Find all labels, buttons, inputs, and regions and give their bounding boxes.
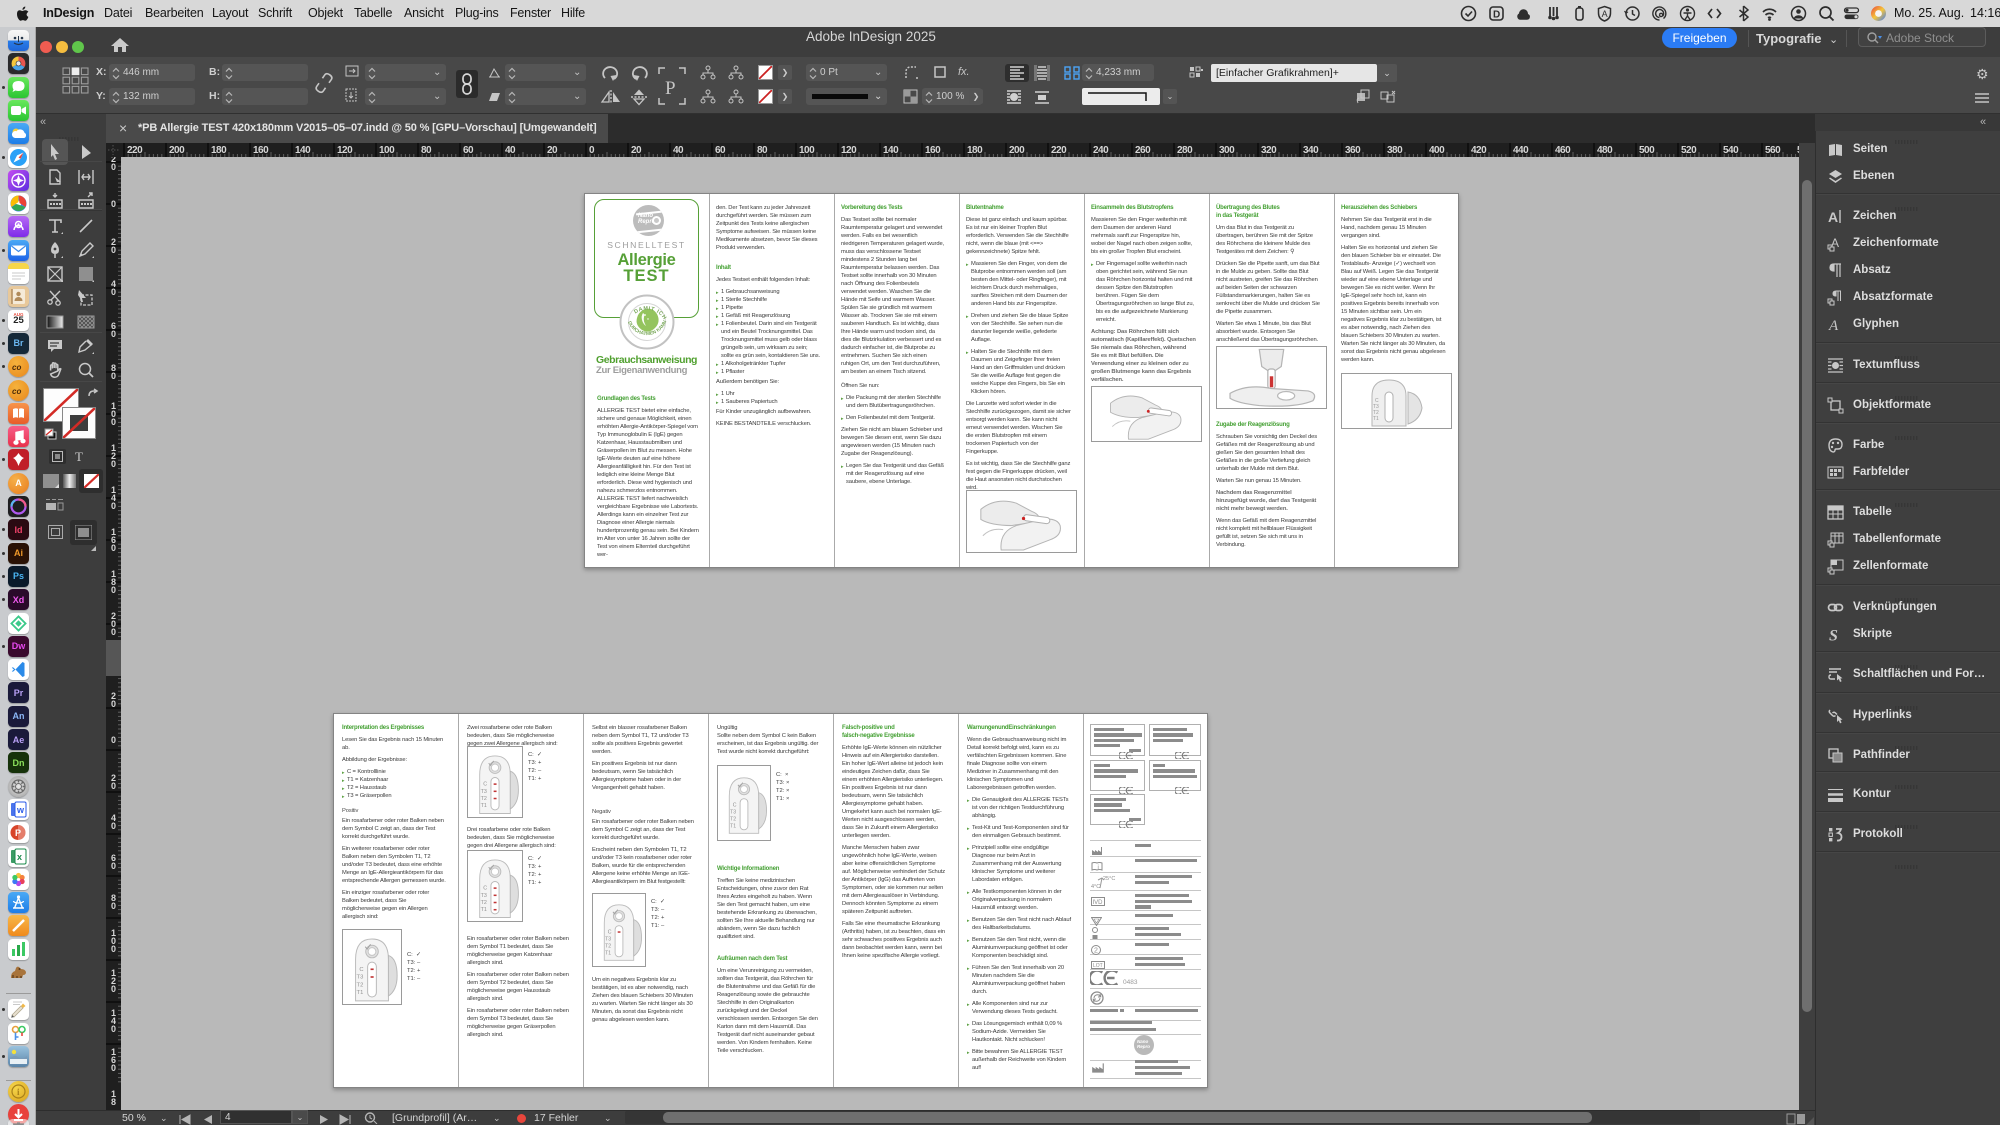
svg-text:S: S <box>1829 628 1838 644</box>
svg-text:2: 2 <box>1094 948 1098 955</box>
svg-text:T2: T2 <box>481 796 487 802</box>
svg-text:C: C <box>359 967 363 973</box>
svg-text:C: C <box>608 929 612 935</box>
svg-text:T1: T1 <box>357 990 364 996</box>
svg-text:T1: T1 <box>1373 416 1379 422</box>
svg-text:w: w <box>16 805 25 815</box>
svg-text:T3: T3 <box>605 936 611 942</box>
svg-text:x: x <box>17 852 22 862</box>
svg-text:P: P <box>15 828 21 838</box>
svg-text:C: C <box>483 886 487 892</box>
svg-text:T3: T3 <box>357 975 364 981</box>
svg-text:4°C: 4°C <box>1091 884 1100 890</box>
svg-text:T1: T1 <box>730 823 736 829</box>
svg-text:T2: T2 <box>481 900 487 906</box>
svg-text:T2: T2 <box>357 982 364 988</box>
svg-text:T1: T1 <box>481 907 487 913</box>
svg-text:C: C <box>483 782 487 788</box>
svg-text:T2: T2 <box>605 943 611 949</box>
svg-text:i: i <box>1098 865 1099 871</box>
svg-text:D: D <box>1493 10 1500 21</box>
svg-text:LOT: LOT <box>1093 963 1103 969</box>
svg-text:T3: T3 <box>730 809 736 815</box>
svg-text:A: A <box>1602 9 1608 19</box>
svg-text:A: A <box>1828 209 1838 225</box>
svg-text:co: co <box>12 363 21 372</box>
svg-text:A: A <box>1828 318 1839 333</box>
svg-text:25°C: 25°C <box>1103 876 1115 882</box>
svg-text:T3: T3 <box>481 789 487 795</box>
svg-text:T1: T1 <box>605 950 611 956</box>
svg-text:T2: T2 <box>730 816 736 822</box>
svg-text:T1: T1 <box>481 803 487 809</box>
svg-text:T3: T3 <box>481 893 487 899</box>
svg-text:co: co <box>12 387 21 396</box>
svg-text:C: C <box>733 802 737 808</box>
svg-text:IVD: IVD <box>1093 900 1104 906</box>
svg-text:P: P <box>665 78 676 99</box>
svg-text:i: i <box>17 1087 20 1097</box>
